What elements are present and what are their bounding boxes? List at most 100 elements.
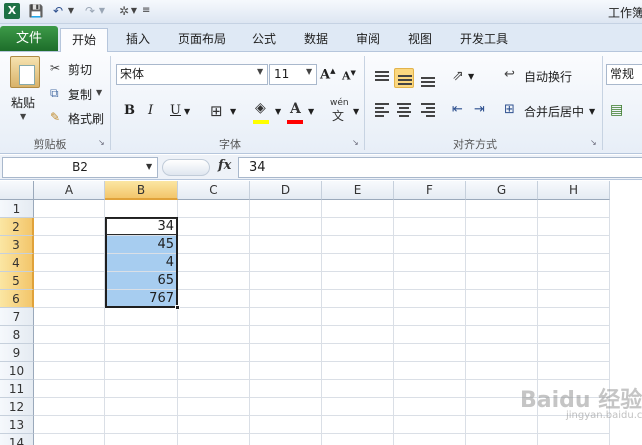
phonetic-guide-button[interactable]: 文 xyxy=(332,107,344,124)
cell-f8[interactable] xyxy=(394,326,466,344)
cell-g5[interactable] xyxy=(466,272,538,290)
cell-a6[interactable] xyxy=(34,290,105,308)
row-header-4[interactable]: 4 xyxy=(0,254,34,272)
clipboard-launcher-icon[interactable]: ↘ xyxy=(98,138,105,147)
font-color-dropdown-icon[interactable]: ▼ xyxy=(308,107,314,116)
cell-f6[interactable] xyxy=(394,290,466,308)
merge-center-icon[interactable]: ⊞ xyxy=(504,102,515,117)
column-header-h[interactable]: H xyxy=(538,181,610,200)
row-header-14[interactable]: 14 xyxy=(0,434,34,445)
cell-b14[interactable] xyxy=(105,434,178,445)
wrap-text-icon[interactable]: ↩ xyxy=(504,67,515,82)
phonetic-dropdown-icon[interactable]: ▼ xyxy=(353,107,359,116)
row-header-13[interactable]: 13 xyxy=(0,416,34,434)
cell-a11[interactable] xyxy=(34,380,105,398)
row-header-7[interactable]: 7 xyxy=(0,308,34,326)
cell-d9[interactable] xyxy=(250,344,322,362)
formula-bar-handle[interactable] xyxy=(162,159,210,176)
increase-indent-icon[interactable]: ⇥ xyxy=(474,102,485,117)
fill-color-dropdown-icon[interactable]: ▼ xyxy=(275,107,281,116)
row-header-10[interactable]: 10 xyxy=(0,362,34,380)
cell-f12[interactable] xyxy=(394,398,466,416)
cell-h3[interactable] xyxy=(538,236,610,254)
cell-b13[interactable] xyxy=(105,416,178,434)
cell-c10[interactable] xyxy=(178,362,250,380)
select-all-corner[interactable] xyxy=(0,181,34,200)
tab-developer[interactable]: 开发工具 xyxy=(452,28,516,52)
customize-icon[interactable]: ≡ xyxy=(142,3,150,19)
cell-e12[interactable] xyxy=(322,398,394,416)
cell-c13[interactable] xyxy=(178,416,250,434)
tab-home[interactable]: 开始 xyxy=(60,28,108,52)
cell-b1[interactable] xyxy=(105,200,178,218)
shrink-font-button[interactable]: A▼ xyxy=(342,68,356,83)
cell-g9[interactable] xyxy=(466,344,538,362)
cell-e1[interactable] xyxy=(322,200,394,218)
cell-c9[interactable] xyxy=(178,344,250,362)
cell-d2[interactable] xyxy=(250,218,322,236)
font-launcher-icon[interactable]: ↘ xyxy=(352,138,359,147)
cell-f9[interactable] xyxy=(394,344,466,362)
cell-a12[interactable] xyxy=(34,398,105,416)
insert-function-icon[interactable]: fx xyxy=(218,158,231,173)
cell-c3[interactable] xyxy=(178,236,250,254)
cell-d5[interactable] xyxy=(250,272,322,290)
cell-e3[interactable] xyxy=(322,236,394,254)
undo-icon[interactable]: ↶ xyxy=(50,3,66,19)
cell-f7[interactable] xyxy=(394,308,466,326)
cell-d11[interactable] xyxy=(250,380,322,398)
cell-d1[interactable] xyxy=(250,200,322,218)
chevron-down-icon[interactable]: ▼ xyxy=(306,67,312,76)
cell-d3[interactable] xyxy=(250,236,322,254)
column-header-e[interactable]: E xyxy=(322,181,394,200)
cell-f4[interactable] xyxy=(394,254,466,272)
cell-g7[interactable] xyxy=(466,308,538,326)
cell-c4[interactable] xyxy=(178,254,250,272)
cell-h5[interactable] xyxy=(538,272,610,290)
cell-c8[interactable] xyxy=(178,326,250,344)
cell-e7[interactable] xyxy=(322,308,394,326)
cell-f2[interactable] xyxy=(394,218,466,236)
cell-c5[interactable] xyxy=(178,272,250,290)
tab-formulas[interactable]: 公式 xyxy=(244,28,284,52)
font-color-button[interactable]: A xyxy=(290,101,301,117)
align-center-icon[interactable] xyxy=(394,100,414,120)
bold-button[interactable]: B xyxy=(124,103,135,118)
number-format-select[interactable]: 常规 xyxy=(606,64,642,85)
cell-e10[interactable] xyxy=(322,362,394,380)
cell-a9[interactable] xyxy=(34,344,105,362)
cell-c1[interactable] xyxy=(178,200,250,218)
cell-g8[interactable] xyxy=(466,326,538,344)
cell-g4[interactable] xyxy=(466,254,538,272)
cell-h8[interactable] xyxy=(538,326,610,344)
merge-dropdown-icon[interactable]: ▼ xyxy=(589,107,595,116)
align-left-icon[interactable] xyxy=(372,100,392,120)
format-painter-icon[interactable]: ✎ xyxy=(50,110,64,124)
row-header-1[interactable]: 1 xyxy=(0,200,34,218)
cell-e2[interactable] xyxy=(322,218,394,236)
cell-f3[interactable] xyxy=(394,236,466,254)
copy-button[interactable]: 复制 xyxy=(68,86,92,103)
cell-b9[interactable] xyxy=(105,344,178,362)
decrease-indent-icon[interactable]: ⇤ xyxy=(452,102,463,117)
cell-a4[interactable] xyxy=(34,254,105,272)
column-header-c[interactable]: C xyxy=(178,181,250,200)
merge-center-button[interactable]: 合并后居中 xyxy=(524,103,584,120)
cell-a10[interactable] xyxy=(34,362,105,380)
cell-a13[interactable] xyxy=(34,416,105,434)
currency-icon[interactable]: ▤ xyxy=(610,102,623,118)
cut-button[interactable]: 剪切 xyxy=(68,61,92,78)
align-right-icon[interactable] xyxy=(418,100,438,120)
formula-input[interactable]: 34 xyxy=(238,157,642,178)
underline-button[interactable]: U xyxy=(170,103,181,118)
cell-e6[interactable] xyxy=(322,290,394,308)
row-header-6[interactable]: 6 xyxy=(0,290,34,308)
cell-g10[interactable] xyxy=(466,362,538,380)
cell-e5[interactable] xyxy=(322,272,394,290)
cell-b2[interactable]: 34 xyxy=(105,218,178,236)
cell-h1[interactable] xyxy=(538,200,610,218)
redo-icon[interactable]: ↷ xyxy=(82,3,98,19)
cell-b11[interactable] xyxy=(105,380,178,398)
cell-f14[interactable] xyxy=(394,434,466,445)
cell-h4[interactable] xyxy=(538,254,610,272)
